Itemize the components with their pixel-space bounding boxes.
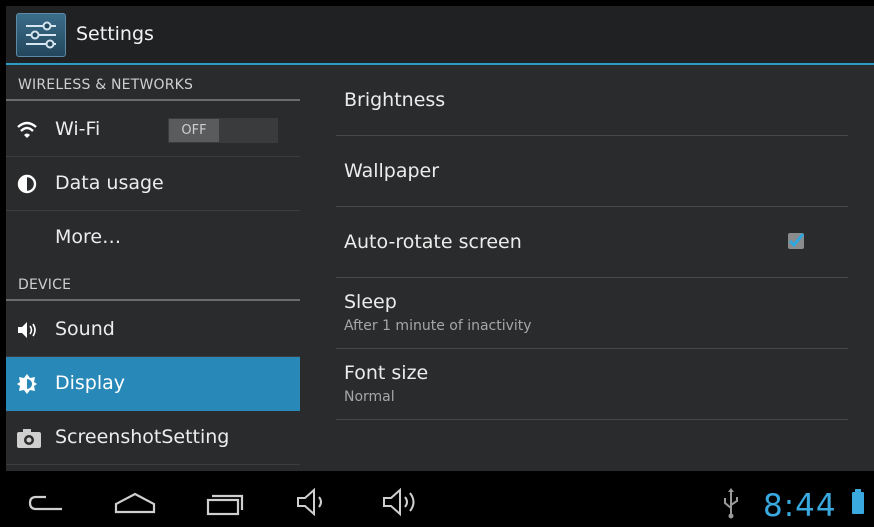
home-icon[interactable]: [112, 478, 158, 527]
usb-icon: [724, 488, 738, 519]
volume-up-icon[interactable]: [380, 478, 424, 527]
wifi-icon: [16, 119, 38, 141]
status-clock: 8:44: [763, 488, 837, 524]
sidebar-item-sound[interactable]: Sound: [6, 303, 300, 357]
brightness-icon: [16, 373, 38, 395]
setting-summary: After 1 minute of inactivity: [344, 318, 532, 334]
setting-title: Brightness: [344, 89, 446, 111]
settings-window: Settings WIRELESS & NETWORKS Wi-Fi OFF D…: [6, 6, 874, 471]
recent-apps-icon[interactable]: [202, 478, 246, 527]
sidebar-item-more[interactable]: More…: [6, 211, 300, 265]
setting-title: Auto-rotate screen: [344, 231, 522, 253]
sidebar-item-label: Data usage: [55, 172, 164, 194]
app-title: Settings: [76, 23, 154, 45]
setting-summary: Normal: [344, 389, 395, 405]
back-icon[interactable]: [26, 478, 70, 527]
setting-title: Wallpaper: [344, 160, 440, 182]
checkmark-icon: [788, 233, 804, 248]
category-device: DEVICE: [6, 265, 300, 301]
sidebar-item-label: Sound: [55, 318, 115, 340]
system-navigation-bar: 8:44: [0, 478, 874, 527]
volume-down-icon[interactable]: [292, 478, 332, 527]
settings-sliders-icon[interactable]: [16, 13, 66, 57]
sidebar-item-data-usage[interactable]: Data usage: [6, 157, 300, 211]
sidebar-item-screenshot-setting[interactable]: ScreenshotSetting: [6, 411, 300, 465]
display-settings-list: Brightness Wallpaper Auto-rotate screen …: [336, 65, 848, 471]
camera-icon: [16, 427, 41, 449]
setting-font-size[interactable]: Font size Normal: [336, 349, 848, 420]
wifi-toggle-state: OFF: [169, 119, 219, 142]
battery-icon: [852, 489, 864, 514]
sidebar-item-wifi[interactable]: Wi-Fi OFF: [6, 103, 300, 157]
data-usage-icon: [16, 173, 38, 195]
sidebar-item-label: ScreenshotSetting: [55, 426, 230, 448]
settings-sidebar: WIRELESS & NETWORKS Wi-Fi OFF Data usage…: [6, 65, 300, 471]
sidebar-item-label: Display: [55, 372, 126, 394]
speaker-icon: [16, 319, 38, 341]
sidebar-item-label: More…: [55, 226, 122, 248]
action-bar: Settings: [6, 6, 874, 65]
setting-brightness[interactable]: Brightness: [336, 65, 848, 136]
setting-auto-rotate[interactable]: Auto-rotate screen: [336, 207, 848, 278]
category-wireless-networks: WIRELESS & NETWORKS: [6, 65, 300, 101]
setting-title: Font size: [344, 362, 429, 384]
auto-rotate-checkbox[interactable]: [788, 233, 804, 249]
setting-sleep[interactable]: Sleep After 1 minute of inactivity: [336, 278, 848, 349]
sidebar-item-label: Wi-Fi: [55, 118, 101, 140]
setting-title: Sleep: [344, 291, 397, 313]
sidebar-item-display[interactable]: Display: [6, 357, 300, 411]
wifi-toggle[interactable]: OFF: [168, 118, 278, 143]
setting-wallpaper[interactable]: Wallpaper: [336, 136, 848, 207]
